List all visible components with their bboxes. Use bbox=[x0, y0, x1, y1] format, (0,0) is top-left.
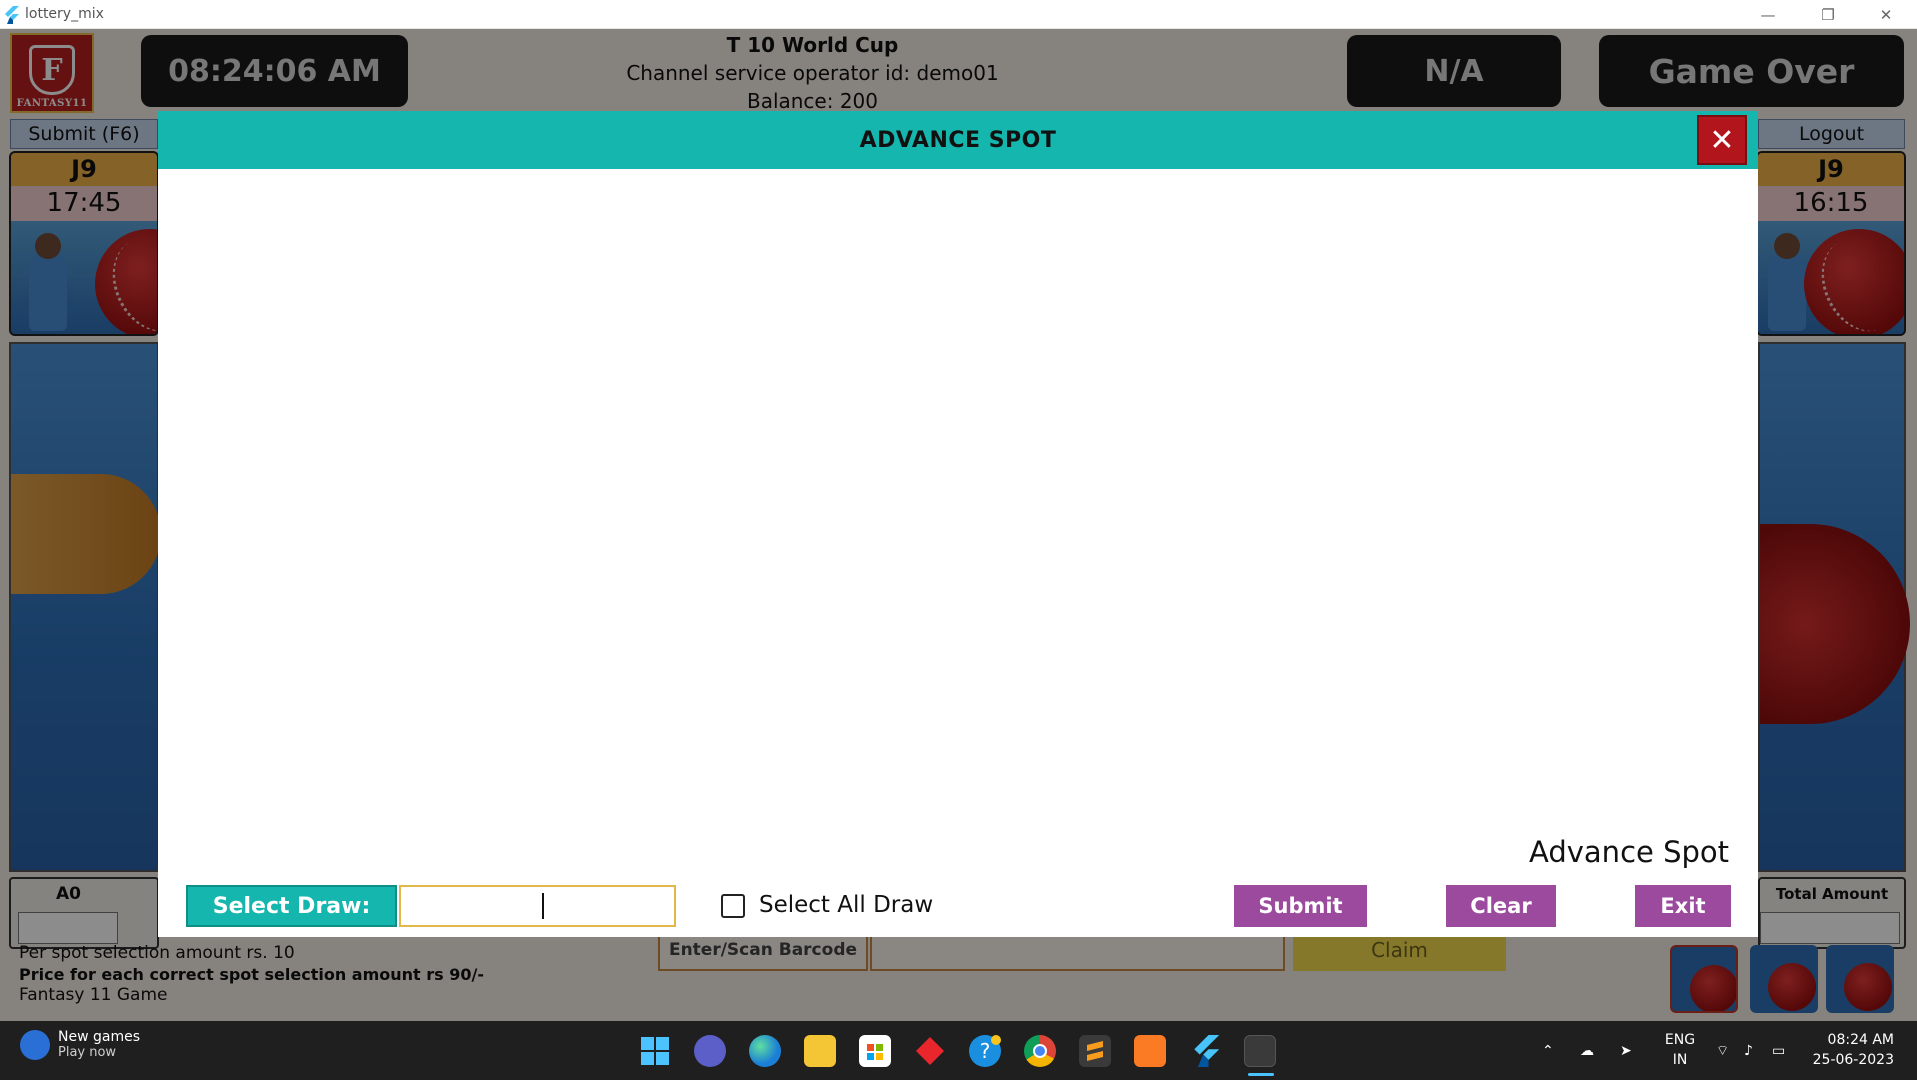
svg-text:?: ? bbox=[980, 1039, 991, 1063]
close-icon[interactable]: ✕ bbox=[1697, 115, 1747, 165]
news-title: New games bbox=[58, 1029, 140, 1045]
xampp-icon[interactable] bbox=[1134, 1035, 1166, 1067]
edge-icon[interactable] bbox=[749, 1035, 781, 1067]
show-hidden-icons[interactable]: ⌃ bbox=[1542, 1021, 1554, 1080]
select-all-draw-label[interactable]: Select All Draw bbox=[759, 892, 933, 918]
flutter-icon[interactable] bbox=[1189, 1035, 1221, 1067]
taskbar-date: 25-06-2023 bbox=[1812, 1052, 1894, 1068]
news-subtitle: Play now bbox=[58, 1045, 117, 1060]
volume-icon[interactable]: ♪ bbox=[1744, 1021, 1753, 1080]
windows-start-icon[interactable] bbox=[639, 1035, 671, 1067]
minimize-button[interactable]: — bbox=[1740, 0, 1796, 29]
app-diamond-icon[interactable] bbox=[914, 1035, 946, 1067]
news-widget[interactable]: New games Play now bbox=[20, 1029, 140, 1060]
teams-chat-icon[interactable] bbox=[694, 1035, 726, 1067]
select-draw-input[interactable] bbox=[399, 885, 676, 927]
language-indicator[interactable]: ENG IN bbox=[1640, 1030, 1720, 1070]
window-titlebar: lottery_mix — ❐ ✕ bbox=[0, 0, 1917, 29]
windows-taskbar: New games Play now ? ⌃ ☁ ➤ ENG IN ⌔ ♪ ▭ … bbox=[0, 1021, 1917, 1080]
snipping-tool-icon[interactable] bbox=[1244, 1035, 1276, 1076]
clear-button[interactable]: Clear bbox=[1446, 885, 1556, 927]
store-icon[interactable] bbox=[859, 1035, 891, 1067]
taskbar-clock[interactable]: 08:24 AM 25-06-2023 bbox=[1804, 1030, 1894, 1070]
dialog-title: ADVANCE SPOT bbox=[158, 111, 1758, 169]
help-icon[interactable]: ? bbox=[969, 1035, 1001, 1067]
wifi-icon[interactable]: ⌔ bbox=[1716, 1021, 1729, 1080]
window-close-button[interactable]: ✕ bbox=[1858, 0, 1914, 29]
sublime-text-icon[interactable] bbox=[1079, 1035, 1111, 1067]
file-explorer-icon[interactable] bbox=[804, 1035, 836, 1067]
location-icon[interactable]: ➤ bbox=[1620, 1021, 1632, 1080]
language-line2: IN bbox=[1672, 1052, 1688, 1068]
battery-icon[interactable]: ▭ bbox=[1772, 1021, 1785, 1080]
flutter-app-icon bbox=[5, 6, 19, 24]
taskbar-time: 08:24 AM bbox=[1827, 1032, 1894, 1048]
submit-button[interactable]: Submit bbox=[1234, 885, 1367, 927]
exit-button[interactable]: Exit bbox=[1635, 885, 1731, 927]
onedrive-icon[interactable]: ☁ bbox=[1580, 1021, 1594, 1080]
advance-spot-dialog: ADVANCE SPOT ✕ Advance Spot Select Draw:… bbox=[158, 111, 1758, 937]
select-all-draw-checkbox[interactable] bbox=[721, 894, 745, 918]
window-title: lottery_mix bbox=[25, 6, 104, 22]
language-line1: ENG bbox=[1664, 1032, 1696, 1048]
text-cursor bbox=[541, 893, 544, 919]
restore-button[interactable]: ❐ bbox=[1800, 0, 1856, 29]
select-draw-label: Select Draw: bbox=[186, 885, 397, 927]
games-widget-icon bbox=[20, 1029, 50, 1060]
chrome-icon[interactable] bbox=[1024, 1035, 1056, 1067]
advance-spot-label: Advance Spot bbox=[1529, 835, 1729, 869]
